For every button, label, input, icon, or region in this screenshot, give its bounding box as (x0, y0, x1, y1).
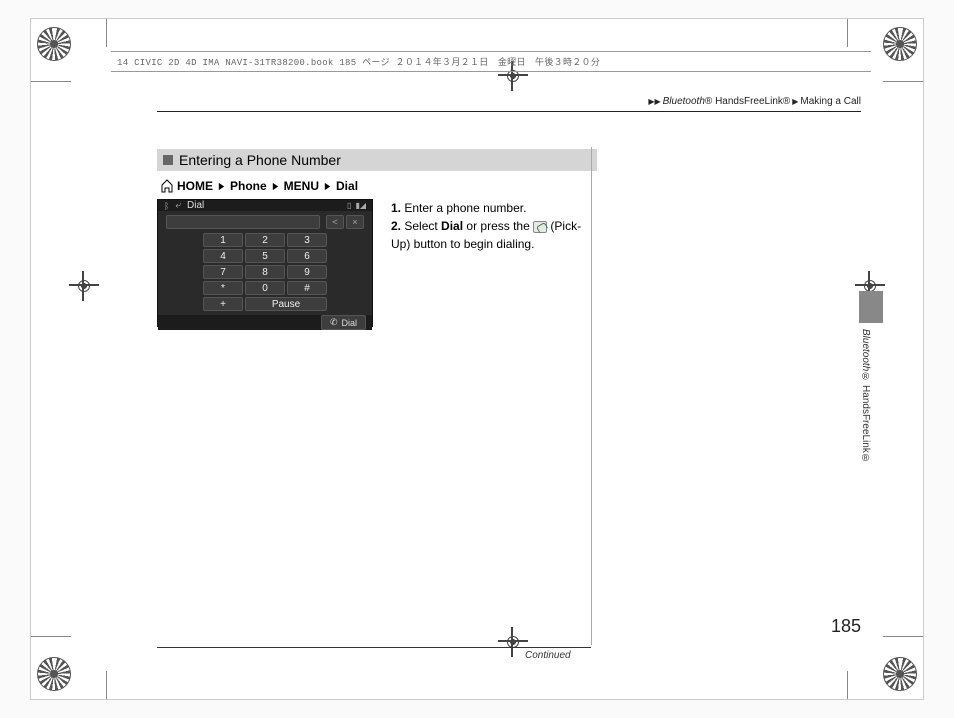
nav-item: MENU (284, 179, 319, 193)
key-5[interactable]: 5 (245, 249, 285, 263)
nav-item: Phone (230, 179, 267, 193)
nav-item: HOME (177, 179, 213, 193)
device-header: ᛒ ⤶ Dial ▯ ▮◢ (158, 200, 372, 211)
nav-path: HOME Phone MENU Dial (161, 179, 857, 193)
key-0[interactable]: 0 (245, 281, 285, 295)
crop-line (847, 19, 848, 47)
section-title-text: Entering a Phone Number (179, 152, 341, 168)
crop-line (106, 671, 107, 699)
breadcrumb: ▶▶Bluetooth® HandsFreeLink®▶Making a Cal… (646, 96, 861, 107)
crop-line (847, 671, 848, 699)
key-star[interactable]: * (203, 281, 243, 295)
nav-item: Dial (336, 179, 358, 193)
pickup-icon (533, 221, 547, 233)
battery-icon: ▯ (347, 201, 351, 210)
crosshair-icon (69, 271, 99, 301)
thumb-tab (859, 291, 883, 323)
keypad: 1 2 3 4 5 6 7 8 9 (166, 233, 364, 311)
side-label: Bluetooth® HandsFreeLink® (860, 329, 871, 464)
registration-mark-icon (883, 27, 917, 61)
crop-line (883, 636, 923, 637)
page: 14 CIVIC 2D 4D IMA NAVI-31TR38200.book 1… (30, 18, 924, 700)
device-footer: ✆ Dial (158, 315, 372, 330)
device-body: < × 1 2 3 4 5 6 (158, 211, 372, 315)
column-divider (591, 147, 592, 645)
step-1: 1. Enter a phone number. (391, 199, 591, 217)
key-plus[interactable]: + (203, 297, 243, 311)
key-3[interactable]: 3 (287, 233, 327, 247)
key-7[interactable]: 7 (203, 265, 243, 279)
dial-button[interactable]: ✆ Dial (321, 315, 366, 330)
backspace-button[interactable]: < (326, 215, 344, 229)
chevron-right-icon (323, 182, 332, 191)
chevron-right-icon (217, 182, 226, 191)
steps: 1. Enter a phone number. 2. Select Dial … (391, 199, 591, 327)
key-6[interactable]: 6 (287, 249, 327, 263)
key-9[interactable]: 9 (287, 265, 327, 279)
device-title: Dial (187, 200, 204, 211)
bluetooth-icon: ᛒ (164, 201, 169, 211)
divider (157, 647, 591, 648)
content: Entering a Phone Number HOME Phone MENU … (157, 149, 857, 327)
key-8[interactable]: 8 (245, 265, 285, 279)
crosshair-icon (498, 627, 528, 657)
clear-button[interactable]: × (346, 215, 364, 229)
registration-mark-icon (883, 657, 917, 691)
crop-line (883, 81, 923, 82)
key-4[interactable]: 4 (203, 249, 243, 263)
number-entry-field[interactable] (166, 215, 320, 229)
crop-line (106, 19, 107, 47)
header-meta: 14 CIVIC 2D 4D IMA NAVI-31TR38200.book 1… (111, 51, 871, 72)
device-screenshot: ᛒ ⤶ Dial ▯ ▮◢ < × (157, 199, 373, 327)
continued-label: Continued (525, 650, 571, 661)
square-icon (163, 155, 173, 165)
key-1[interactable]: 1 (203, 233, 243, 247)
chevron-right-icon (271, 182, 280, 191)
section-title: Entering a Phone Number (157, 149, 597, 171)
signal-icon: ▮◢ (355, 201, 366, 210)
home-icon (161, 179, 173, 193)
crop-line (31, 81, 71, 82)
divider (157, 111, 861, 112)
registration-mark-icon (37, 657, 71, 691)
phone-icon: ✆ (330, 317, 338, 328)
key-hash[interactable]: # (287, 281, 327, 295)
registration-mark-icon (37, 27, 71, 61)
page-number: 185 (831, 616, 861, 637)
key-2[interactable]: 2 (245, 233, 285, 247)
step-2: 2. Select Dial or press the (Pick-Up) bu… (391, 217, 591, 253)
crop-line (31, 636, 71, 637)
back-icon[interactable]: ⤶ (175, 200, 181, 211)
key-pause[interactable]: Pause (245, 297, 327, 311)
